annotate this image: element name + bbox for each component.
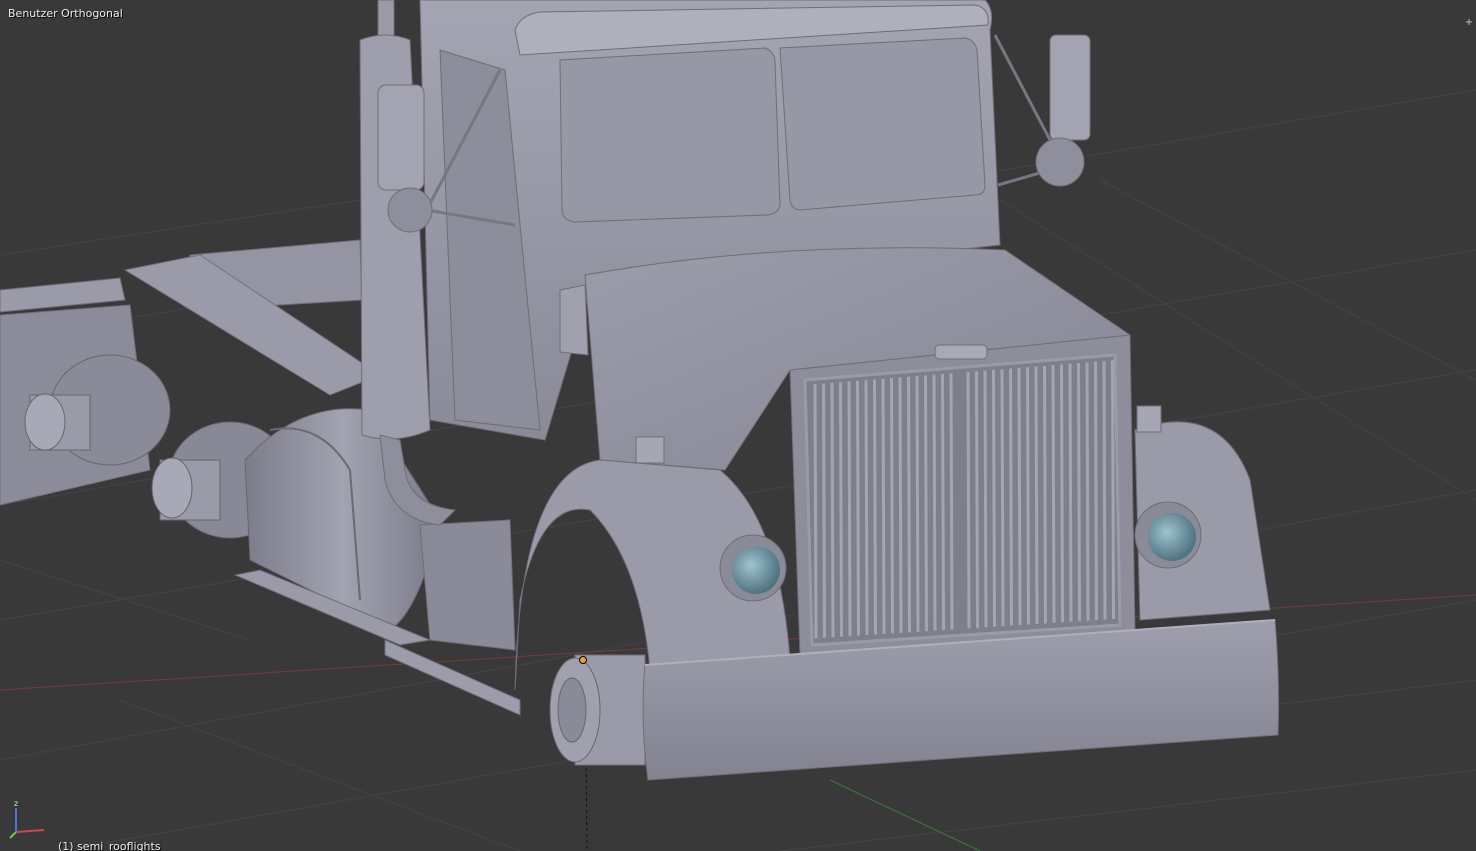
grille-bar bbox=[813, 384, 818, 639]
grille-bar bbox=[1043, 365, 1047, 624]
grille-bar bbox=[932, 374, 937, 631]
grille-bar bbox=[839, 382, 843, 637]
radiator-grille bbox=[803, 344, 1122, 647]
gizmo-y-axis bbox=[9, 831, 17, 839]
grille-bar bbox=[907, 376, 911, 633]
plus-icon[interactable]: + bbox=[1464, 18, 1474, 28]
headlight-right bbox=[1134, 501, 1202, 569]
grille-bar bbox=[1111, 360, 1115, 620]
grille-bar bbox=[890, 378, 894, 634]
grille-bar bbox=[1017, 367, 1022, 626]
object-origin bbox=[579, 656, 587, 664]
grille-bar bbox=[847, 381, 852, 637]
active-object-label: (1) semi_rooflights bbox=[58, 840, 161, 851]
grille-bar bbox=[1026, 367, 1030, 625]
grille-bar bbox=[1102, 361, 1107, 620]
grille-bar bbox=[898, 377, 903, 633]
grille-bar bbox=[915, 376, 920, 632]
headlight-left bbox=[719, 534, 787, 602]
grille-bar bbox=[949, 373, 954, 630]
grille-bar bbox=[941, 373, 945, 631]
grille-bar bbox=[924, 375, 928, 632]
grille-bar bbox=[966, 371, 971, 629]
axis-gizmo: z bbox=[9, 799, 45, 839]
grille-bar bbox=[1077, 363, 1081, 622]
gizmo-x-axis bbox=[15, 829, 45, 833]
grille-bar bbox=[1000, 369, 1005, 627]
grille-bar bbox=[1051, 365, 1056, 623]
grille-bar bbox=[1009, 368, 1013, 626]
grille-bar bbox=[1068, 363, 1073, 622]
grille-bar bbox=[975, 371, 979, 628]
grille-bar bbox=[881, 378, 886, 634]
scene-render[interactable] bbox=[0, 0, 1476, 851]
grille-bar bbox=[992, 369, 996, 627]
grille-bar bbox=[1034, 366, 1039, 624]
grille-bar bbox=[1094, 361, 1098, 621]
y-axis-line bbox=[829, 779, 981, 851]
view-title: Benutzer Orthogonal bbox=[8, 7, 123, 20]
grille-bar bbox=[873, 379, 877, 635]
grille-bar bbox=[822, 383, 826, 638]
front-wheel-hub bbox=[549, 654, 646, 766]
gizmo-z-label: z bbox=[14, 799, 18, 808]
fuel-tank bbox=[233, 408, 441, 646]
grille-bar bbox=[864, 380, 869, 636]
grille-bar bbox=[856, 380, 860, 636]
grille-bar bbox=[830, 382, 835, 638]
mirror-right bbox=[993, 34, 1091, 187]
grille-bar bbox=[1060, 364, 1064, 623]
grille-bar bbox=[983, 370, 988, 628]
3d-viewport[interactable]: Benutzer Orthogonal + z (1) semi_rooflig… bbox=[0, 0, 1476, 851]
grille-bar bbox=[1085, 362, 1090, 621]
